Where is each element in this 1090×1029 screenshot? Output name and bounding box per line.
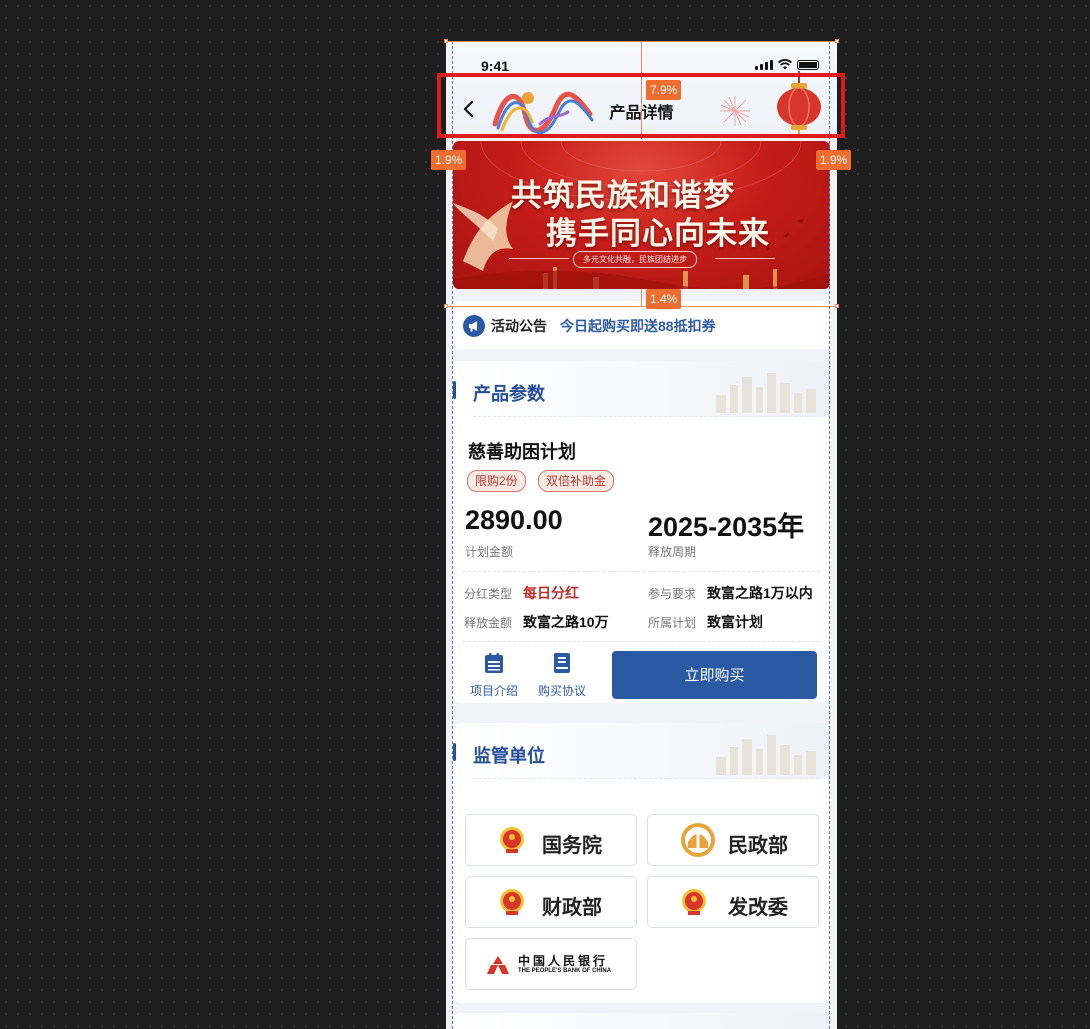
regulator-civil-affairs[interactable]: 民政部: [647, 814, 819, 866]
measure-line-gap: [641, 289, 642, 306]
resize-handle[interactable]: [444, 39, 448, 43]
product-params-card: 产品参数 慈善助困计划 限购2份 双倍补助金 2890.00 计划金额 2025…: [453, 361, 830, 703]
plan-belong-key: 所属计划: [648, 616, 697, 630]
status-time: 9:41: [481, 58, 510, 74]
regulator-name: 国务院: [542, 835, 602, 857]
wifi-icon: [778, 59, 792, 70]
guide-left: [452, 41, 453, 1029]
pboc-name-en: THE PEOPLE'S BANK OF CHINA: [518, 968, 612, 974]
regulator-name: 发改委: [728, 897, 788, 919]
city-skyline-decoration: [716, 735, 816, 775]
regulator-pboc[interactable]: 中国人民银行 THE PEOPLE'S BANK OF CHINA: [465, 938, 637, 990]
project-intro-button[interactable]: 项目介绍: [464, 652, 524, 699]
card-header: 产品参数: [453, 361, 830, 417]
regulator-ndrc[interactable]: 发改委: [647, 876, 819, 928]
project-intro-label: 项目介绍: [469, 684, 518, 698]
document-icon: [554, 653, 570, 673]
banner-rule-right: [715, 258, 775, 259]
card-header: 监管单位: [453, 723, 830, 779]
resize-handle[interactable]: [444, 304, 448, 308]
activity-notice[interactable]: 活动公告 今日起购买即送88抵扣券: [453, 301, 830, 349]
purchase-agreement-button[interactable]: 购买协议: [532, 652, 592, 699]
pboc-name-cn: 中国人民银行: [518, 954, 609, 968]
plan-amount-value: 2890.00: [465, 505, 563, 535]
civil-affairs-emblem-icon: [681, 823, 715, 857]
card-header: [453, 1013, 830, 1029]
regulator-state-council[interactable]: 国务院: [465, 814, 637, 866]
measure-right-label: 1.9%: [816, 150, 852, 170]
purchase-agreement-label: 购买协议: [537, 684, 586, 698]
status-icons: [755, 59, 819, 70]
plan-amount-label: 计划金额: [465, 545, 514, 559]
notice-text: 今日起购买即送88抵扣券: [560, 318, 716, 334]
measure-left-label: 1.9%: [431, 150, 467, 170]
divider: [463, 571, 820, 572]
national-emblem-icon: [682, 889, 706, 915]
section-title: 产品参数: [473, 384, 545, 404]
measure-top-label: 7.9%: [646, 80, 682, 100]
tag-double-subsidy: 双倍补助金: [538, 470, 615, 492]
signal-icon: [755, 60, 773, 70]
release-amount-key: 释放金额: [464, 616, 513, 630]
dividend-type-value: 每日分红: [523, 585, 579, 601]
banner-subtitle: 多元文化共融，民族团结进步: [573, 251, 697, 268]
notice-label: 活动公告: [491, 318, 547, 334]
resize-handle[interactable]: [835, 304, 839, 308]
banner-rule-left: [509, 258, 569, 259]
national-emblem-icon: [500, 889, 524, 915]
resize-handle[interactable]: [835, 39, 839, 43]
phone-screen: 9:41 共筑民族和谐梦 携手同心向未来 多元文化共融，民族团结进步 活动公告 …: [446, 41, 837, 1029]
divider: [463, 641, 820, 642]
regulator-name: 财政部: [542, 897, 602, 919]
promo-banner[interactable]: 共筑民族和谐梦 携手同心向未来 多元文化共融，民族团结进步: [453, 141, 830, 289]
release-period-value: 2025-2035年: [648, 512, 805, 542]
pboc-logo-icon: [487, 956, 509, 974]
measure-line-bottom: [446, 306, 837, 307]
tag-purchase-limit: 限购2份: [467, 470, 526, 492]
section-title: 监管单位: [473, 746, 545, 766]
regulator-name: 民政部: [728, 835, 788, 857]
card-header-divider: [473, 778, 818, 779]
dividend-type-key: 分红类型: [464, 587, 513, 601]
section-accent-bar: [453, 381, 456, 399]
requirement-value: 致富之路1万以内: [707, 585, 813, 601]
national-emblem-icon: [500, 827, 524, 853]
release-period-label: 释放周期: [648, 545, 697, 559]
city-skyline-decoration: [716, 373, 816, 413]
measure-gap-label: 1.4%: [646, 289, 682, 309]
calendar-icon: [485, 653, 503, 673]
product-name: 慈善助困计划: [468, 442, 576, 462]
guide-right: [829, 41, 830, 1029]
next-card-peek: [453, 1013, 830, 1029]
plan-belong-value: 致富计划: [707, 614, 763, 630]
section-accent-bar: [453, 743, 456, 761]
regulator-finance[interactable]: 财政部: [465, 876, 637, 928]
banner-headline-2: 携手同心向未来: [546, 216, 770, 252]
regulators-card: 监管单位 国务院 民政部 财政部 发改委 中国人民银行 THE PEOPLE'S…: [453, 723, 830, 1003]
buy-now-button[interactable]: 立即购买: [612, 651, 817, 699]
selection-highlight-box: [437, 73, 845, 138]
megaphone-icon: [463, 315, 485, 337]
battery-icon: [797, 60, 819, 70]
release-amount-value: 致富之路10万: [523, 614, 609, 630]
requirement-key: 参与要求: [648, 587, 697, 601]
card-header-divider: [473, 416, 818, 417]
